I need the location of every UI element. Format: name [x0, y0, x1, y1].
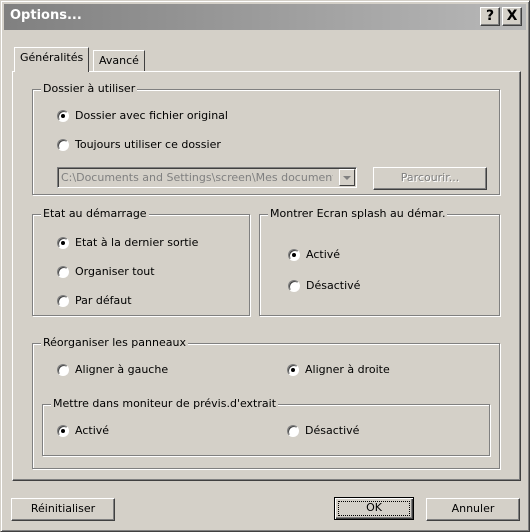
radio-circle [57, 237, 69, 249]
radio-circle [57, 139, 69, 151]
tab-generalites-label: Généralités [20, 51, 84, 64]
reset-button[interactable]: Réinitialiser [11, 498, 115, 521]
tab-page-generalites: Dossier à utiliser Dossier avec fichier … [12, 71, 521, 481]
radio-aligner-droite-label: Aligner à droite [305, 363, 390, 376]
radio-circle [287, 425, 299, 437]
folder-path-combobox[interactable]: C:\Documents and Settings\screen\Mes doc… [57, 167, 357, 188]
focus-rect [338, 501, 410, 516]
radio-circle [57, 110, 69, 122]
radio-circle [287, 364, 299, 376]
reorganiser-group: Réorganiser les panneaux Aligner à gauch… [32, 336, 500, 469]
radio-dossier-original-label: Dossier avec fichier original [75, 109, 228, 122]
folder-path-value: C:\Documents and Settings\screen\Mes doc… [61, 171, 333, 184]
radio-splash-active-label: Activé [306, 248, 341, 261]
radio-circle [57, 295, 69, 307]
etat-group: Etat au démarrage Etat à la dernier sort… [32, 207, 250, 316]
radio-circle [57, 364, 69, 376]
splash-group: Montrer Ecran splash au démar. Activé Dé… [259, 207, 500, 316]
radio-etat-derniere-sortie-label: Etat à la dernier sortie [75, 236, 199, 249]
radio-circle [57, 425, 69, 437]
title-bar[interactable]: Options... ? X [4, 4, 526, 30]
help-icon[interactable]: ? [480, 7, 500, 26]
dossier-group: Dossier à utiliser Dossier avec fichier … [32, 82, 500, 195]
radio-circle [288, 249, 300, 261]
reorganiser-group-title: Réorganiser les panneaux [41, 336, 188, 349]
tab-avance[interactable]: Avancé [93, 50, 145, 72]
radio-circle [57, 266, 69, 278]
options-dialog: Options... ? X Généralités Avancé Dossie… [0, 0, 530, 532]
splash-group-title: Montrer Ecran splash au démar. [268, 207, 448, 220]
close-icon[interactable]: X [502, 7, 522, 26]
radio-circle [288, 280, 300, 292]
chevron-down-icon[interactable] [339, 169, 355, 186]
radio-toujours-dossier-label: Toujours utiliser ce dossier [75, 138, 221, 151]
window-title: Options... [10, 8, 82, 23]
moniteur-group: Mettre dans moniteur de prévis.d'extrait… [42, 397, 490, 456]
ok-button[interactable]: OK [334, 497, 414, 520]
radio-organiser-tout-label: Organiser tout [75, 265, 155, 278]
cancel-button[interactable]: Annuler [426, 498, 520, 521]
radio-aligner-gauche-label: Aligner à gauche [75, 363, 169, 376]
radio-par-defaut-label: Par défaut [75, 294, 132, 307]
tab-avance-label: Avancé [99, 54, 139, 67]
moniteur-group-title: Mettre dans moniteur de prévis.d'extrait [51, 397, 279, 410]
dossier-group-title: Dossier à utiliser [41, 82, 138, 95]
radio-moniteur-active-label: Activé [75, 424, 110, 437]
etat-group-title: Etat au démarrage [41, 207, 149, 220]
radio-moniteur-desactive-label: Désactivé [305, 424, 360, 437]
browse-button[interactable]: Parcourir... [373, 167, 487, 190]
radio-splash-desactive-label: Désactivé [306, 279, 361, 292]
tab-generalites[interactable]: Généralités [14, 47, 90, 72]
